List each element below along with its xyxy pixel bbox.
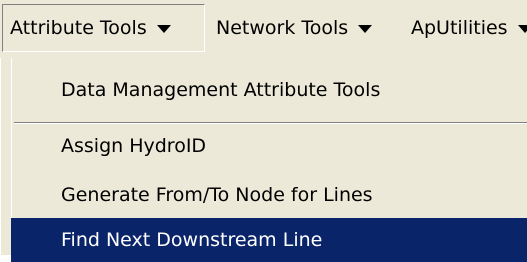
menu-item-find-next-downstream-line[interactable]: Find Next Downstream Line [11, 218, 527, 262]
menu-bar: Attribute Tools Network Tools ApUtilitie… [0, 0, 527, 58]
dropdown-arrow-icon [517, 25, 527, 33]
menu-aputilities-label: ApUtilities [411, 17, 508, 39]
dropdown-arrow-icon [358, 25, 373, 33]
menu-item-generate-from-to-node[interactable]: Generate From/To Node for Lines [11, 173, 527, 217]
menu-item-data-management-attribute-tools[interactable]: Data Management Attribute Tools [11, 68, 527, 112]
menu-attribute-tools-label: Attribute Tools [10, 17, 147, 39]
menu-aputilities[interactable]: ApUtilities [411, 4, 527, 52]
menu-attribute-tools[interactable]: Attribute Tools [2, 4, 205, 52]
menu-item-assign-hydroid[interactable]: Assign HydroID [11, 124, 527, 168]
menu-network-tools[interactable]: Network Tools [216, 4, 373, 52]
menu-item-label: Data Management Attribute Tools [61, 79, 381, 101]
menu-item-label: Find Next Downstream Line [61, 229, 323, 251]
dropdown-arrow-icon [156, 25, 171, 33]
menu-network-tools-label: Network Tools [216, 17, 349, 39]
attribute-tools-dropdown: Data Management Attribute Tools Assign H… [0, 58, 527, 262]
menu-item-label: Generate From/To Node for Lines [61, 184, 373, 206]
menu-item-label: Assign HydroID [61, 135, 207, 157]
